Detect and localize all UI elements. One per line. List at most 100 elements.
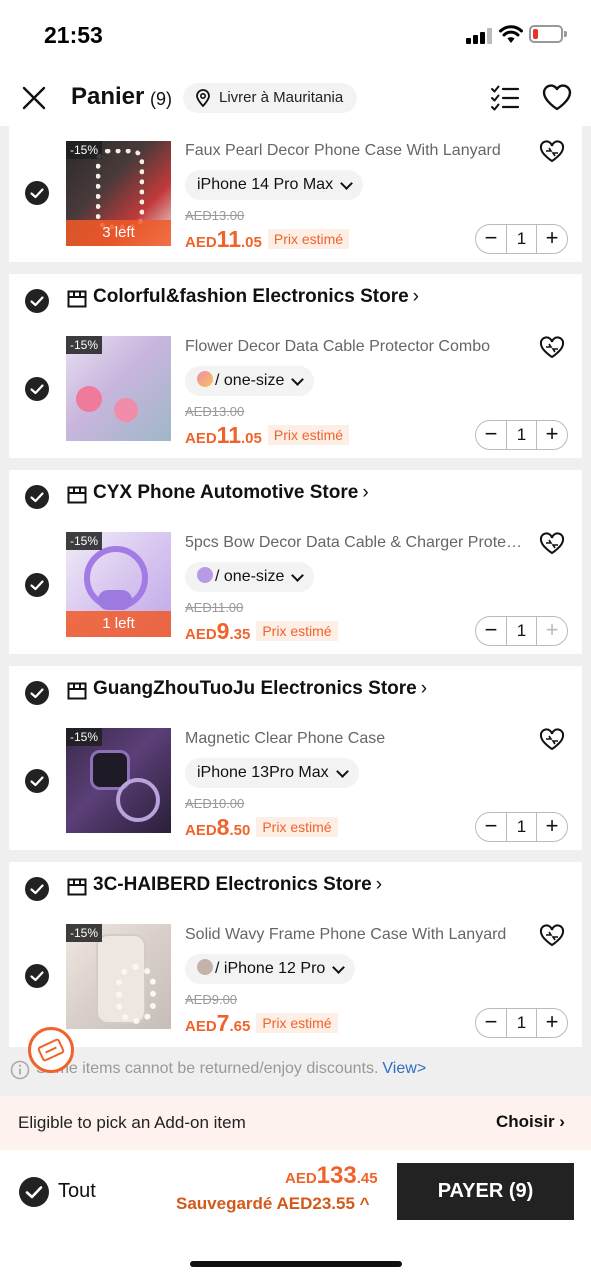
- increase-quantity-button[interactable]: +: [537, 617, 567, 645]
- product-thumbnail[interactable]: -15%: [66, 728, 171, 833]
- move-to-wishlist-icon[interactable]: [539, 336, 565, 360]
- move-to-wishlist-icon[interactable]: [539, 532, 565, 556]
- variant-label: iPhone 13Pro Max: [197, 764, 329, 781]
- store-name-link[interactable]: CYX Phone Automotive Store ›: [93, 482, 369, 504]
- wifi-icon: [499, 25, 523, 43]
- item-checkbox[interactable]: [25, 964, 49, 988]
- original-price: AED13.00: [185, 208, 245, 223]
- delivery-location-button[interactable]: Livrer à Mauritania: [183, 83, 358, 113]
- move-to-wishlist-icon[interactable]: [539, 728, 565, 752]
- estimated-price-tag: Prix estimé: [267, 425, 350, 445]
- cellular-signal-icon: [466, 28, 492, 44]
- item-checkbox[interactable]: [25, 573, 49, 597]
- increase-quantity-button[interactable]: +: [537, 1009, 567, 1037]
- battery-icon: [529, 25, 567, 43]
- savings-toggle[interactable]: Sauvegardé AED23.55 ^: [176, 1194, 370, 1214]
- checkout-bar: Tout AED133.45 Sauvegardé AED23.55 ^ PAY…: [0, 1150, 591, 1280]
- variant-selector[interactable]: / iPhone 12 Pro: [185, 954, 356, 984]
- item-price: AED7.65 Prix estimé: [185, 1010, 338, 1037]
- color-swatch: [197, 959, 213, 975]
- checkout-button[interactable]: PAYER (9): [397, 1163, 574, 1220]
- store-header: Colorful&fashion Electronics Store ›: [9, 282, 582, 322]
- quantity-stepper: − 1 +: [475, 224, 568, 254]
- cart-header: Panier (9) Livrer à Mauritania: [0, 70, 591, 126]
- store-header: 3C-HAIBERD Electronics Store ›: [9, 870, 582, 910]
- store-checkbox[interactable]: [25, 485, 49, 509]
- decrease-quantity-button[interactable]: −: [476, 617, 506, 645]
- status-bar: 21:53: [0, 0, 591, 70]
- addon-text: Eligible to pick an Add-on item: [18, 1113, 246, 1132]
- choose-addon-button[interactable]: Choisir ›: [496, 1112, 565, 1132]
- stock-left-badge: 1 left: [66, 611, 171, 637]
- increase-quantity-button[interactable]: +: [537, 225, 567, 253]
- item-checkbox[interactable]: [25, 377, 49, 401]
- store-checkbox[interactable]: [25, 877, 49, 901]
- variant-label: / iPhone 12 Pro: [215, 960, 326, 977]
- quantity-value[interactable]: 1: [506, 813, 537, 841]
- quantity-value[interactable]: 1: [506, 1009, 537, 1037]
- store-header: CYX Phone Automotive Store ›: [9, 478, 582, 518]
- product-title[interactable]: Flower Decor Data Cable Protector Combo: [185, 338, 525, 356]
- store-card: Colorful&fashion Electronics Store › -15%…: [9, 274, 582, 458]
- store-icon: [67, 486, 87, 504]
- item-price: AED11.05 Prix estimé: [185, 226, 350, 253]
- cart-count: (9): [150, 89, 172, 109]
- status-time: 21:53: [44, 22, 103, 48]
- product-title[interactable]: Faux Pearl Decor Phone Case With Lanyard: [185, 142, 525, 160]
- item-checkbox[interactable]: [25, 769, 49, 793]
- store-icon: [67, 682, 87, 700]
- total-price: AED133.45: [285, 1162, 378, 1189]
- color-swatch: [197, 371, 213, 387]
- store-name-link[interactable]: 3C-HAIBERD Electronics Store ›: [93, 874, 382, 896]
- store-name-link[interactable]: GuangZhouTuoJu Electronics Store ›: [93, 678, 427, 700]
- item-price: AED9.35 Prix estimé: [185, 618, 338, 645]
- select-all-checkbox[interactable]: [19, 1177, 49, 1207]
- product-thumbnail[interactable]: -15%: [66, 924, 171, 1029]
- discount-badge: -15%: [66, 336, 103, 354]
- location-pin-icon: [196, 89, 210, 107]
- variant-selector[interactable]: / one-size: [185, 562, 315, 592]
- store-checkbox[interactable]: [25, 289, 49, 313]
- quantity-value[interactable]: 1: [506, 225, 537, 253]
- decrease-quantity-button[interactable]: −: [476, 225, 506, 253]
- discount-badge: -15%: [66, 728, 103, 746]
- product-title[interactable]: Solid Wavy Frame Phone Case With Lanyard: [185, 926, 525, 944]
- decrease-quantity-button[interactable]: −: [476, 813, 506, 841]
- variant-selector[interactable]: / one-size: [185, 366, 315, 396]
- increase-quantity-button[interactable]: +: [537, 421, 567, 449]
- quantity-value[interactable]: 1: [506, 617, 537, 645]
- variant-label: iPhone 14 Pro Max: [197, 176, 334, 193]
- select-all-label[interactable]: Tout: [58, 1180, 96, 1203]
- variant-label: / one-size: [215, 372, 285, 389]
- move-to-wishlist-icon[interactable]: [539, 140, 565, 164]
- decrease-quantity-button[interactable]: −: [476, 421, 506, 449]
- decrease-quantity-button[interactable]: −: [476, 1009, 506, 1037]
- product-title[interactable]: 5pcs Bow Decor Data Cable & Charger Prot…: [185, 534, 525, 552]
- variant-selector[interactable]: iPhone 13Pro Max: [185, 758, 359, 788]
- home-indicator: [190, 1261, 402, 1267]
- estimated-price-tag: Prix estimé: [256, 621, 338, 641]
- close-icon[interactable]: [20, 84, 48, 112]
- item-checkbox[interactable]: [25, 181, 49, 205]
- color-swatch: [197, 567, 213, 583]
- addon-banner: Eligible to pick an Add-on item Choisir …: [0, 1096, 591, 1150]
- store-checkbox[interactable]: [25, 681, 49, 705]
- wishlist-heart-icon[interactable]: [541, 82, 573, 112]
- product-thumbnail[interactable]: -15% 1 left: [66, 532, 171, 637]
- discount-badge: -15%: [66, 924, 103, 942]
- product-thumbnail[interactable]: -15%: [66, 336, 171, 441]
- coupon-floating-button[interactable]: [28, 1027, 74, 1073]
- store-name-link[interactable]: Colorful&fashion Electronics Store ›: [93, 286, 419, 308]
- checklist-icon[interactable]: [490, 84, 520, 112]
- original-price: AED9.00: [185, 992, 238, 1007]
- estimated-price-tag: Prix estimé: [256, 1013, 338, 1033]
- item-price: AED11.05 Prix estimé: [185, 422, 350, 449]
- increase-quantity-button[interactable]: +: [537, 813, 567, 841]
- product-thumbnail[interactable]: -15% 3 left: [66, 141, 171, 246]
- product-title[interactable]: Magnetic Clear Phone Case: [185, 730, 525, 748]
- notice-text: Some items cannot be returned/enjoy disc…: [36, 1060, 379, 1077]
- view-link[interactable]: View>: [382, 1060, 426, 1077]
- move-to-wishlist-icon[interactable]: [539, 924, 565, 948]
- variant-selector[interactable]: iPhone 14 Pro Max: [185, 170, 364, 200]
- quantity-value[interactable]: 1: [506, 421, 537, 449]
